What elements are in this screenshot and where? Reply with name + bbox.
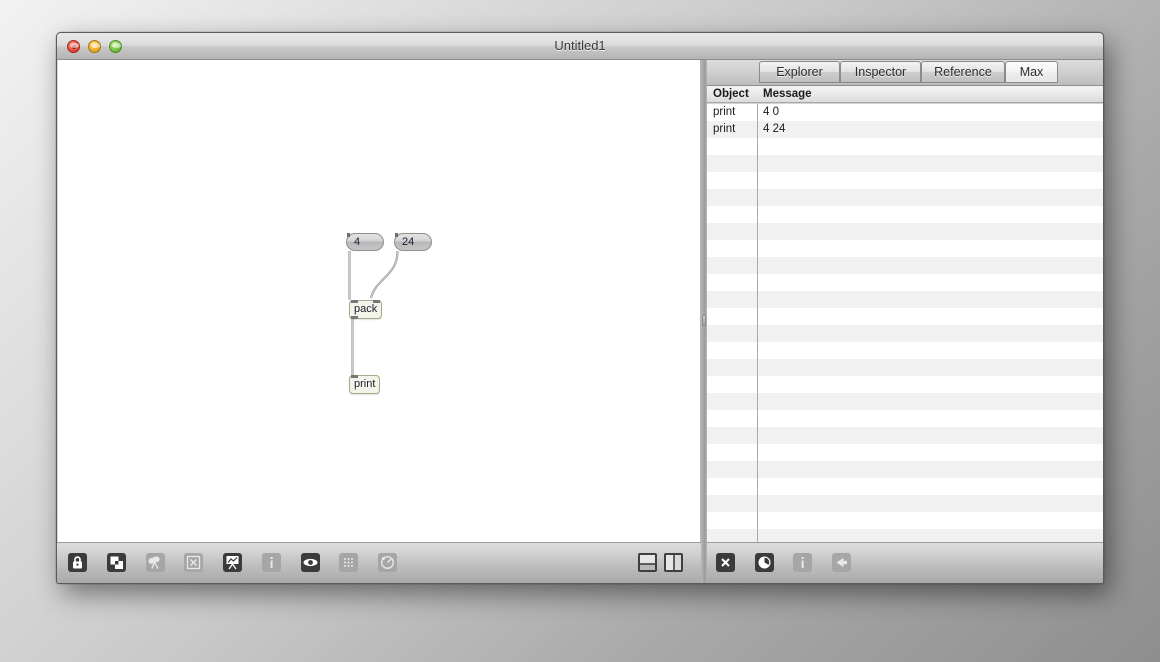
- object-box-text: pack: [354, 303, 378, 315]
- lock-icon[interactable]: [68, 553, 87, 572]
- column-header-message[interactable]: Message: [763, 87, 812, 102]
- window-title: Untitled1: [554, 38, 606, 53]
- back-arrow-icon[interactable]: [832, 553, 851, 572]
- table-row-empty[interactable]: [707, 342, 1103, 359]
- table-row-empty[interactable]: [707, 291, 1103, 308]
- table-row-empty[interactable]: [707, 274, 1103, 291]
- splitter-grip[interactable]: [702, 315, 706, 326]
- patcher-canvas[interactable]: 4 24 pack print: [58, 60, 701, 542]
- table-row-empty[interactable]: [707, 478, 1103, 495]
- easel-icon[interactable]: [223, 553, 242, 572]
- number-box-4[interactable]: 4: [346, 233, 384, 251]
- window-titlebar: Untitled1: [57, 33, 1103, 60]
- table-row-empty[interactable]: [707, 512, 1103, 529]
- table-row-empty[interactable]: [707, 325, 1103, 342]
- cell-message: 4 0: [763, 106, 779, 118]
- tab-label: Max: [1019, 65, 1044, 79]
- patcher-pane: 4 24 pack print: [57, 60, 701, 583]
- table-row-empty[interactable]: [707, 410, 1103, 427]
- object-box-print[interactable]: print: [349, 375, 381, 394]
- tab-label: Reference: [934, 65, 992, 79]
- table-row-empty[interactable]: [707, 376, 1103, 393]
- telescope-icon[interactable]: [146, 553, 165, 572]
- info-icon[interactable]: [793, 553, 812, 572]
- number-box-value: 4: [354, 236, 361, 248]
- column-header-object[interactable]: Object: [713, 87, 749, 102]
- number-box-value: 24: [402, 236, 415, 248]
- cell-object: print: [713, 123, 736, 135]
- table-row-empty[interactable]: [707, 495, 1103, 512]
- number-box-24[interactable]: 24: [394, 233, 432, 251]
- table-row-empty[interactable]: [707, 172, 1103, 189]
- gauge-icon[interactable]: [378, 553, 397, 572]
- table-row-empty[interactable]: [707, 444, 1103, 461]
- outlet-left[interactable]: [351, 316, 358, 319]
- console-column-header: Object Message: [707, 86, 1103, 103]
- table-row-empty[interactable]: [707, 223, 1103, 240]
- inspector-eye-icon[interactable]: [301, 553, 320, 572]
- window-body: 4 24 pack print Explorer Inspector Refer…: [57, 60, 1103, 583]
- table-row-empty[interactable]: [707, 359, 1103, 376]
- max-patcher-window: Untitled1 4 24 pack print Explorer Inspe…: [56, 32, 1104, 584]
- tab-explorer[interactable]: Explorer: [759, 61, 840, 83]
- object-box-text: print: [354, 378, 376, 390]
- tab-label: Inspector: [854, 65, 907, 79]
- tab-max[interactable]: Max: [1005, 61, 1058, 83]
- split-horizontal-icon[interactable]: [638, 553, 657, 572]
- split-vertical-icon[interactable]: [664, 553, 683, 572]
- column-divider[interactable]: [757, 104, 758, 542]
- table-row-empty[interactable]: [707, 308, 1103, 325]
- console-toolbar: [707, 542, 1103, 583]
- presentation-icon[interactable]: [107, 553, 126, 572]
- table-row-empty[interactable]: [707, 206, 1103, 223]
- close-x-icon[interactable]: [184, 553, 203, 572]
- table-row-empty[interactable]: [707, 138, 1103, 155]
- table-row-empty[interactable]: [707, 461, 1103, 478]
- inlet-right[interactable]: [373, 300, 381, 303]
- table-row-empty[interactable]: [707, 529, 1103, 542]
- table-row-empty[interactable]: [707, 393, 1103, 410]
- table-row[interactable]: print 4 24: [707, 121, 1103, 138]
- table-row-empty[interactable]: [707, 427, 1103, 444]
- grid-icon[interactable]: [339, 553, 358, 572]
- tab-inspector[interactable]: Inspector: [840, 61, 921, 83]
- table-row[interactable]: print 4 0: [707, 104, 1103, 121]
- object-box-pack[interactable]: pack: [349, 300, 383, 319]
- tab-reference[interactable]: Reference: [921, 61, 1005, 83]
- inlet-left[interactable]: [351, 300, 358, 303]
- table-row-empty[interactable]: [707, 240, 1103, 257]
- console-message-list[interactable]: print 4 0 print 4 24: [707, 104, 1103, 542]
- console-pane: Explorer Inspector Reference Max Object …: [707, 60, 1103, 583]
- cell-message: 4 24: [763, 123, 786, 135]
- tab-label: Explorer: [776, 65, 823, 79]
- console-tabbar: Explorer Inspector Reference Max: [707, 60, 1103, 86]
- table-row-empty[interactable]: [707, 155, 1103, 172]
- info-icon[interactable]: [262, 553, 281, 572]
- patcher-toolbar: [57, 542, 701, 583]
- cell-object: print: [713, 106, 736, 118]
- table-row-empty[interactable]: [707, 189, 1103, 206]
- clock-icon[interactable]: [755, 553, 774, 572]
- table-row-empty[interactable]: [707, 257, 1103, 274]
- clear-console-icon[interactable]: [716, 553, 735, 572]
- inlet-left[interactable]: [351, 375, 358, 378]
